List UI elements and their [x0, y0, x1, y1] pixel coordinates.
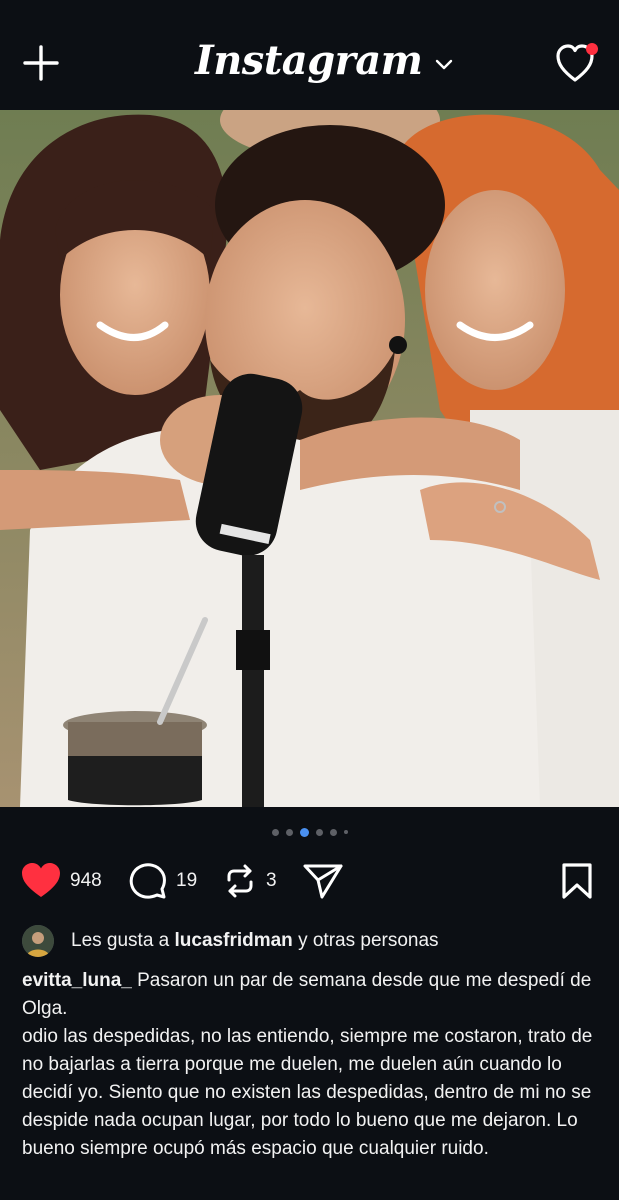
save-button[interactable]: [560, 856, 594, 906]
carousel-dot: [329, 828, 337, 836]
post-actions: 948 19 3: [0, 856, 619, 906]
share-button[interactable]: [302, 856, 344, 906]
liked-by-text: Les gusta a lucasfridman y otras persona…: [71, 930, 439, 951]
bookmark-icon: [562, 863, 592, 899]
carousel-dot-active: [299, 827, 309, 837]
carousel-dot: [343, 830, 348, 834]
like-button[interactable]: 948: [20, 856, 102, 906]
carousel-dot: [315, 828, 323, 836]
repost-count: 3: [266, 870, 277, 891]
notification-dot: [586, 43, 598, 55]
carousel-indicator: [0, 826, 619, 838]
instagram-logo-switcher[interactable]: Instagram: [195, 30, 453, 90]
instagram-logo: Instagram: [195, 36, 423, 84]
avatar[interactable]: [22, 925, 54, 957]
comment-button[interactable]: 19: [128, 856, 197, 906]
send-icon: [303, 864, 343, 899]
post-caption: evitta_luna_ Pasaron un par de semana de…: [22, 967, 602, 1163]
like-count: 948: [70, 870, 102, 891]
liked-by-row: Les gusta a lucasfridman y otras persona…: [22, 924, 439, 958]
top-bar: Instagram: [0, 0, 619, 110]
comment-icon: [129, 863, 166, 899]
chevron-down-icon: [435, 59, 452, 70]
heart-filled-icon: [22, 863, 60, 897]
caption-username-link[interactable]: evitta_luna_: [22, 970, 132, 991]
comment-count: 19: [176, 870, 198, 891]
repost-button[interactable]: 3: [222, 856, 277, 906]
caption-body: odio las despedidas, no las entiendo, si…: [22, 1026, 593, 1159]
carousel-dot: [271, 828, 279, 836]
repost-icon: [227, 864, 253, 898]
liked-by-user-link[interactable]: lucasfridman: [175, 930, 293, 951]
avatar-image-icon: [22, 925, 54, 957]
heart-icon[interactable]: [555, 42, 601, 84]
carousel-dot: [285, 828, 293, 836]
plus-icon[interactable]: [22, 44, 60, 82]
post-image[interactable]: [0, 110, 619, 807]
